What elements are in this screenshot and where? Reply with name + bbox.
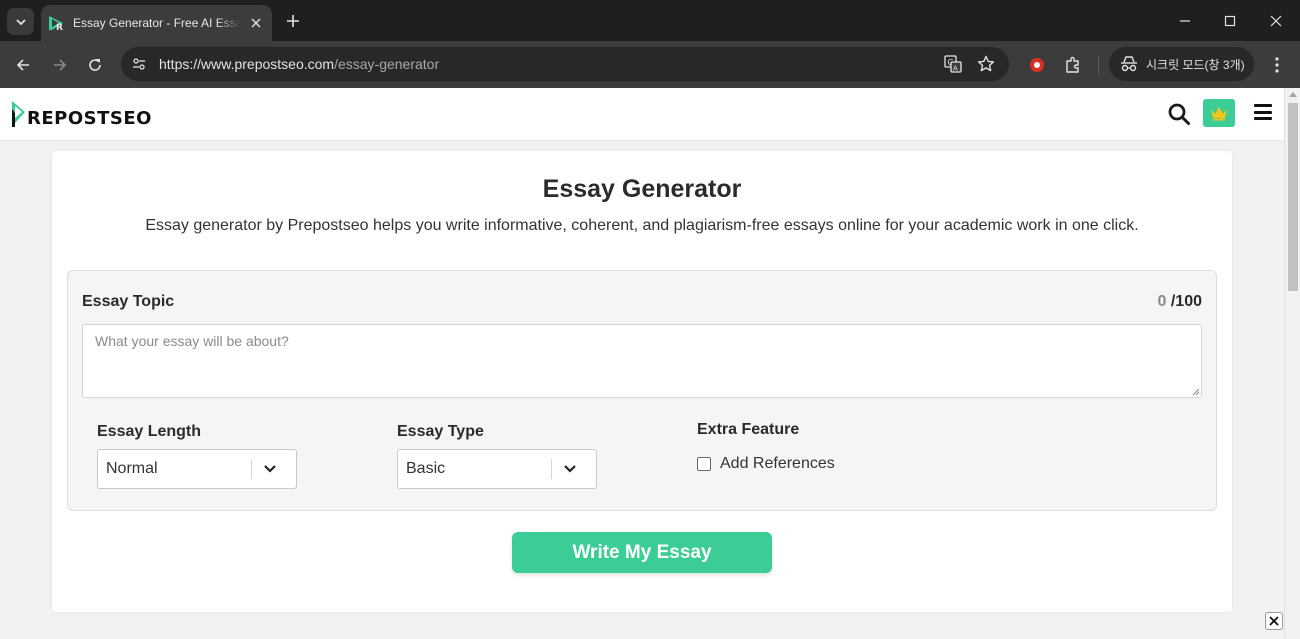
address-bar[interactable]: https://www.prepostseo.com/essay-generat… [121,47,1009,81]
hamburger-menu-icon[interactable] [1254,104,1272,120]
chevron-down-icon [562,461,578,477]
write-my-essay-button[interactable]: Write My Essay [512,532,772,573]
char-max: /100 [1170,293,1202,310]
page-description: Essay generator by Prepostseo helps you … [145,217,1139,234]
svg-text:R: R [56,23,63,31]
crown-icon [1211,107,1227,121]
extension-icon[interactable] [1025,53,1049,77]
essay-topic-input[interactable] [82,324,1202,398]
new-tab-plus-icon[interactable] [283,11,303,31]
select-separator [551,459,552,479]
prepostseo-favicon-icon: R [48,15,64,31]
ad-close-icon[interactable] [1265,612,1283,630]
select-separator [251,459,252,479]
maximize-icon[interactable] [1218,10,1242,32]
chevron-down-icon [15,18,26,25]
essay-length-value: Normal [106,460,158,477]
incognito-indicator[interactable]: 시크릿 모드(창 3개) [1109,47,1254,81]
site-header: REPOSTSEO [0,88,1284,141]
add-references-checkbox[interactable] [697,457,711,471]
logo-mark-icon [12,101,25,127]
svg-text:A: A [953,65,958,73]
search-icon[interactable] [1167,102,1191,126]
premium-button[interactable] [1203,99,1235,127]
extra-feature-label: Extra Feature [697,421,800,438]
translate-icon[interactable]: GA [943,54,963,74]
add-references-label[interactable]: Add References [720,455,835,473]
scroll-thumb[interactable] [1288,103,1298,291]
essay-type-select[interactable]: Basic [397,449,597,489]
essay-type-label: Essay Type [397,423,484,440]
browser-tab-active[interactable]: R Essay Generator - Free AI Essay Genera… [41,5,272,41]
reload-icon[interactable] [83,53,107,77]
textarea-resize-grip-icon[interactable] [1192,388,1200,396]
page-scrollbar[interactable] [1284,88,1300,639]
page-title: Essay Generator [542,175,742,203]
logo-text: REPOSTSEO [27,107,152,129]
back-arrow-icon[interactable] [11,53,35,77]
essay-length-select[interactable]: Normal [97,449,297,489]
browser-toolbar: https://www.prepostseo.com/essay-generat… [0,41,1300,117]
browser-tab-bar: R Essay Generator - Free AI Essay Genera… [0,0,1300,41]
incognito-label: 시크릿 모드(창 3개) [1146,57,1245,72]
essay-topic-label: Essay Topic [82,293,175,310]
essay-length-label: Essay Length [97,423,202,440]
site-logo[interactable]: REPOSTSEO [10,97,152,131]
tab-title: Essay Generator - Free AI Essay Generato… [73,16,241,30]
char-count: 0 [1157,293,1167,310]
browser-menu-icon[interactable] [1267,53,1287,77]
incognito-icon [1121,56,1137,72]
site-settings-icon[interactable] [129,54,149,74]
essay-form: Essay Topic 0 /100 Essay Length Normal E… [67,270,1217,511]
window-close-icon[interactable] [1264,10,1288,32]
scroll-up-arrow-icon[interactable] [1289,92,1297,97]
essay-type-value: Basic [406,460,446,477]
minimize-icon[interactable] [1173,10,1197,32]
essay-generator-card: Essay Generator Essay generator by Prepo… [52,151,1232,612]
url-text: https://www.prepostseo.com/essay-generat… [159,56,440,72]
chevron-down-icon [262,461,278,477]
tab-close-icon[interactable] [248,15,264,31]
bookmark-star-icon[interactable] [976,54,996,74]
puzzle-extensions-icon[interactable] [1061,53,1085,77]
toolbar-divider [1098,56,1099,74]
forward-arrow-icon[interactable] [48,53,72,77]
tab-search-button[interactable] [7,8,34,35]
character-counter: 0 /100 [1158,293,1203,311]
